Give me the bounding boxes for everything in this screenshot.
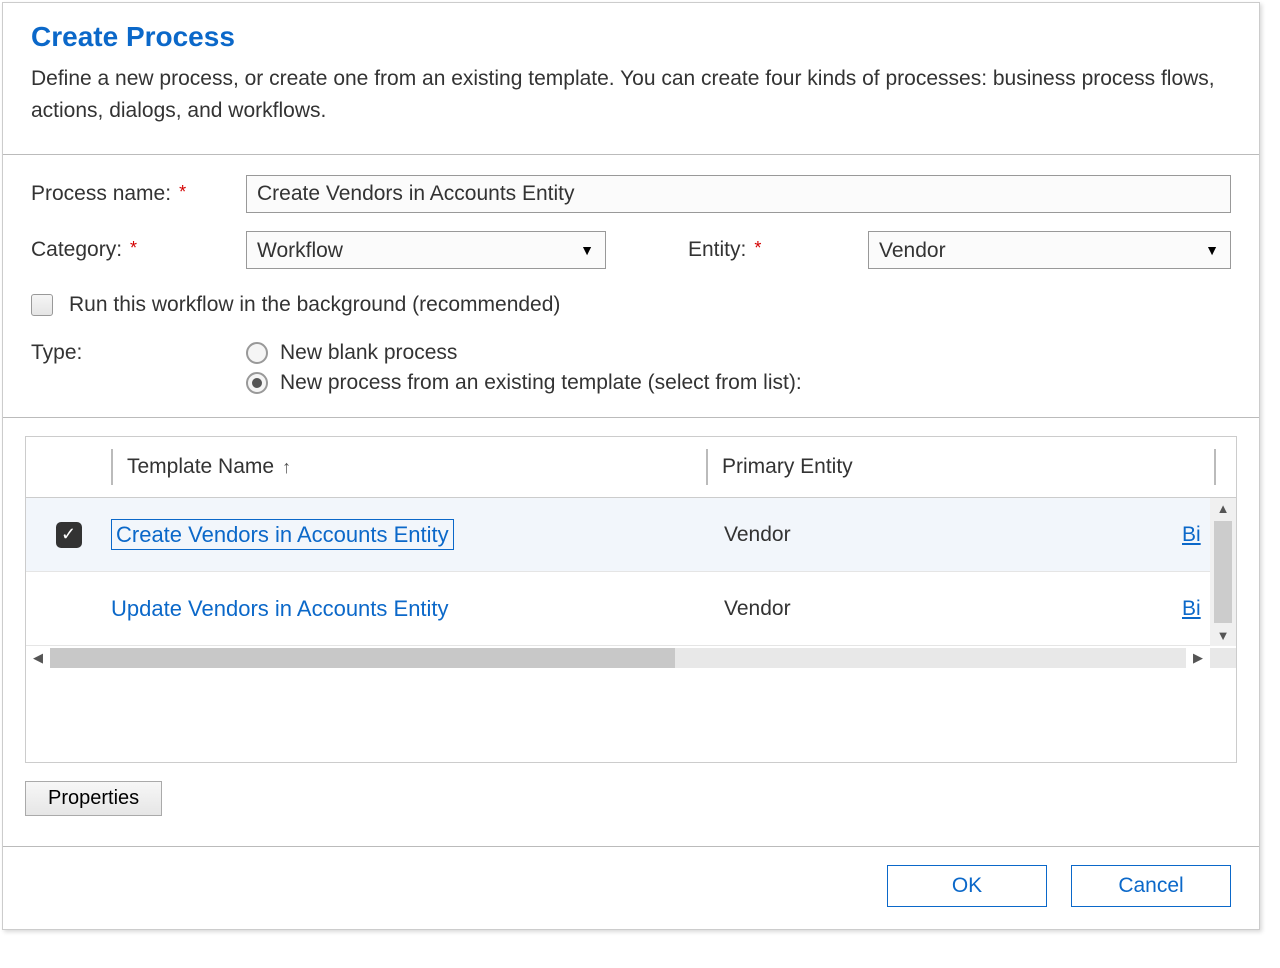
row-name-cell: Update Vendors in Accounts Entity xyxy=(111,596,706,622)
radio-icon xyxy=(246,342,268,364)
create-process-dialog: Create Process Define a new process, or … xyxy=(2,2,1260,930)
run-background-row: Run this workflow in the background (rec… xyxy=(31,293,1231,317)
label-text: Entity: xyxy=(688,238,746,262)
template-table: Template Name ↑ Primary Entity ✓ Create … xyxy=(25,436,1237,763)
table-empty-area xyxy=(26,670,1236,762)
category-entity-row: Category: * Workflow ▼ Entity: * Vendor … xyxy=(31,231,1231,269)
entity-select-wrap: Vendor ▼ xyxy=(868,231,1231,269)
row-entity-cell: Vendor xyxy=(706,523,1182,547)
scroll-left-icon[interactable]: ◀ xyxy=(26,650,50,666)
below-table: Properties xyxy=(3,763,1259,846)
ok-button[interactable]: OK xyxy=(887,865,1047,907)
row-checkbox-checked[interactable]: ✓ xyxy=(56,522,82,548)
th-template-name[interactable]: Template Name ↑ xyxy=(111,449,706,485)
sort-asc-icon: ↑ xyxy=(282,457,291,478)
scrollbar-thumb[interactable] xyxy=(1214,521,1232,623)
run-background-checkbox[interactable] xyxy=(31,294,53,316)
radio-icon xyxy=(246,372,268,394)
scrollbar-thumb[interactable] xyxy=(50,648,675,668)
category-label: Category: * xyxy=(31,238,246,262)
row-extra-cell[interactable]: Bi xyxy=(1182,523,1210,547)
dialog-subtitle: Define a new process, or create one from… xyxy=(31,63,1231,126)
process-name-input[interactable] xyxy=(246,175,1231,213)
check-icon: ✓ xyxy=(61,524,76,545)
table-row[interactable]: ✓ Create Vendors in Accounts Entity Vend… xyxy=(26,498,1236,572)
dialog-footer: OK Cancel xyxy=(3,846,1259,929)
category-select[interactable]: Workflow xyxy=(246,231,606,269)
label-text: Process name: xyxy=(31,182,171,206)
th-checkbox xyxy=(26,449,111,485)
radio-label: New blank process xyxy=(280,341,457,365)
properties-button[interactable]: Properties xyxy=(25,781,162,816)
scroll-down-icon[interactable]: ▼ xyxy=(1217,625,1230,646)
type-radio-template[interactable]: New process from an existing template (s… xyxy=(246,371,802,395)
dialog-title: Create Process xyxy=(31,21,1231,53)
th-label: Template Name xyxy=(127,455,274,479)
template-link[interactable]: Create Vendors in Accounts Entity xyxy=(111,519,454,550)
type-radio-blank[interactable]: New blank process xyxy=(246,341,802,365)
scroll-right-icon[interactable]: ▶ xyxy=(1186,650,1210,666)
category-select-wrap: Workflow ▼ xyxy=(246,231,606,269)
form-area: Process name: * Category: * Workflow ▼ E… xyxy=(3,155,1259,417)
required-icon: * xyxy=(754,238,761,259)
scrollbar-corner xyxy=(1210,648,1236,668)
scrollbar-track[interactable] xyxy=(50,648,1186,668)
template-link[interactable]: Update Vendors in Accounts Entity xyxy=(111,596,449,621)
entity-select[interactable]: Vendor xyxy=(868,231,1231,269)
cancel-button[interactable]: Cancel xyxy=(1071,865,1231,907)
table-body: ✓ Create Vendors in Accounts Entity Vend… xyxy=(26,498,1236,646)
table-row[interactable]: Update Vendors in Accounts Entity Vendor… xyxy=(26,572,1236,646)
label-text: Category: xyxy=(31,238,122,262)
horizontal-scrollbar[interactable]: ◀ ▶ xyxy=(26,646,1236,670)
type-radio-group: New blank process New process from an ex… xyxy=(246,341,802,395)
row-entity-cell: Vendor xyxy=(706,597,1182,621)
column-separator-icon xyxy=(706,449,708,485)
run-background-label: Run this workflow in the background (rec… xyxy=(69,293,560,317)
required-icon: * xyxy=(179,182,186,203)
table-header: Template Name ↑ Primary Entity xyxy=(26,437,1236,498)
process-name-label: Process name: * xyxy=(31,182,246,206)
vertical-scrollbar[interactable]: ▲ ▼ xyxy=(1210,498,1236,646)
column-separator-icon xyxy=(1214,449,1216,485)
entity-label: Entity: * xyxy=(688,238,868,262)
column-separator-icon xyxy=(111,449,113,485)
label-text: Type: xyxy=(31,341,82,365)
th-extra xyxy=(1190,449,1236,485)
type-row: Type: New blank process New process from… xyxy=(31,341,1231,395)
th-primary-entity[interactable]: Primary Entity xyxy=(706,449,1190,485)
th-label: Primary Entity xyxy=(722,455,853,479)
required-icon: * xyxy=(130,238,137,259)
scroll-up-icon[interactable]: ▲ xyxy=(1217,498,1230,519)
type-label: Type: xyxy=(31,341,246,365)
row-check-cell: ✓ xyxy=(26,522,111,548)
dialog-header: Create Process Define a new process, or … xyxy=(3,3,1259,154)
process-name-row: Process name: * xyxy=(31,175,1231,213)
radio-label: New process from an existing template (s… xyxy=(280,371,802,395)
row-extra-cell[interactable]: Bi xyxy=(1182,597,1210,621)
row-name-cell: Create Vendors in Accounts Entity xyxy=(111,522,706,548)
